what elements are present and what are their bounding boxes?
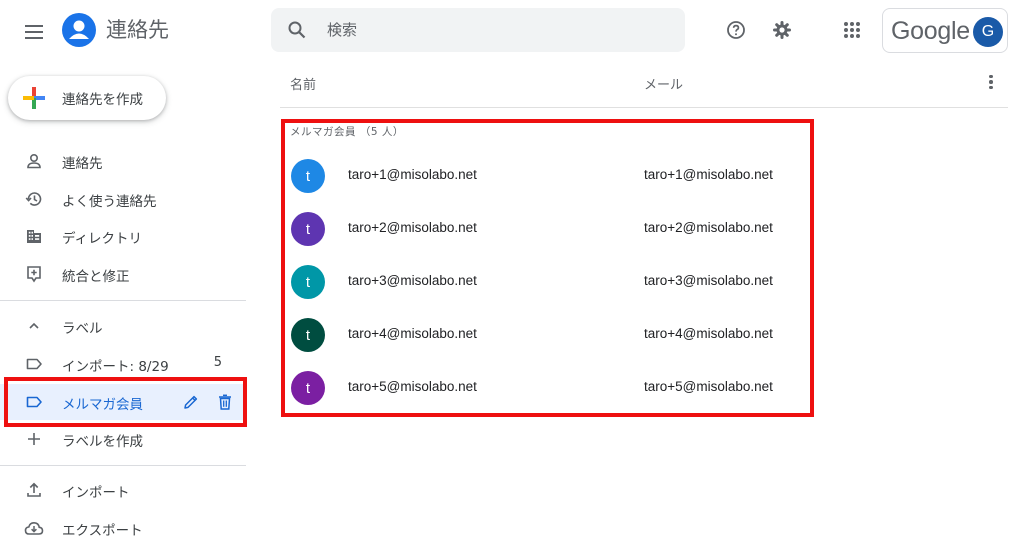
group-title: メルマガ会員 （5 人）	[290, 126, 404, 138]
help-icon[interactable]	[724, 18, 748, 42]
create-label-text: ラベルを作成	[62, 434, 143, 450]
contact-name: taro+3@misolabo.net	[348, 273, 477, 288]
contact-email: taro+3@misolabo.net	[644, 273, 773, 288]
apps-grid-icon[interactable]	[840, 18, 864, 42]
column-header-email[interactable]: メール	[644, 74, 683, 93]
cloud-download-icon	[24, 518, 44, 538]
account-switcher[interactable]: Google G	[882, 8, 1008, 53]
sidebar-item-frequent[interactable]: よく使う連絡先	[0, 181, 246, 217]
sidebar-label-text: インポート: 8/29	[62, 359, 169, 375]
google-logo: Google	[891, 17, 970, 45]
sidebar-label-import[interactable]: インポート: 8/29 5	[0, 346, 246, 382]
contact-row[interactable]: t taro+4@misolabo.net taro+4@misolabo.ne…	[284, 309, 810, 362]
contact-email: taro+4@misolabo.net	[644, 326, 773, 341]
merge-icon	[24, 264, 44, 284]
header-divider	[280, 107, 1008, 108]
contact-name: taro+2@misolabo.net	[348, 220, 477, 235]
sidebar-label-mailmag[interactable]: メルマガ会員	[0, 384, 246, 420]
upload-icon	[24, 480, 44, 500]
contact-row[interactable]: t taro+3@misolabo.net taro+3@misolabo.ne…	[284, 256, 810, 309]
sidebar-item-export[interactable]: エクスポート	[0, 510, 246, 546]
labels-section-toggle[interactable]: ラベル	[0, 308, 246, 344]
create-contact-label: 連絡先を作成	[62, 92, 143, 108]
sidebar-item-directory[interactable]: ディレクトリ	[0, 218, 246, 254]
sidebar-create-label[interactable]: ラベルを作成	[0, 421, 246, 457]
contact-row[interactable]: t taro+2@misolabo.net taro+2@misolabo.ne…	[284, 203, 810, 256]
contact-avatar: t	[291, 371, 325, 405]
contact-row[interactable]: t taro+1@misolabo.net taro+1@misolabo.ne…	[284, 150, 810, 203]
building-icon	[24, 226, 44, 246]
sidebar-item-label: エクスポート	[62, 523, 143, 539]
search-bar[interactable]	[271, 8, 685, 52]
contact-avatar: t	[291, 265, 325, 299]
sidebar-label-text: メルマガ会員	[62, 397, 143, 413]
settings-gear-icon[interactable]	[770, 18, 794, 42]
sidebar-item-merge[interactable]: 統合と修正	[0, 256, 246, 292]
chevron-up-icon	[24, 316, 44, 336]
history-icon	[24, 189, 44, 209]
sidebar-item-contacts[interactable]: 連絡先	[0, 143, 246, 179]
plus-icon	[24, 429, 44, 449]
contact-email: taro+2@misolabo.net	[644, 220, 773, 235]
sidebar-item-label: よく使う連絡先	[62, 194, 157, 210]
contact-name: taro+5@misolabo.net	[348, 379, 477, 394]
contact-name: taro+4@misolabo.net	[348, 326, 477, 341]
sidebar-divider	[0, 465, 246, 466]
sidebar-item-import[interactable]: インポート	[0, 472, 246, 508]
column-header-name[interactable]: 名前	[290, 74, 316, 93]
label-icon	[24, 392, 44, 412]
app-title: 連絡先	[106, 18, 169, 42]
contact-row[interactable]: t taro+5@misolabo.net taro+5@misolabo.ne…	[284, 362, 810, 415]
sidebar-divider	[0, 300, 246, 301]
label-count-badge: 5	[213, 355, 222, 370]
person-icon	[24, 151, 44, 171]
search-icon[interactable]	[287, 20, 307, 44]
contact-email: taro+1@misolabo.net	[644, 167, 773, 182]
more-options-icon[interactable]	[982, 72, 1000, 92]
contacts-logo-icon	[62, 13, 96, 47]
create-contact-button[interactable]: 連絡先を作成	[8, 76, 166, 120]
edit-pencil-icon[interactable]	[182, 393, 200, 415]
sidebar-item-label: 統合と修正	[62, 269, 130, 285]
contact-email: taro+5@misolabo.net	[644, 379, 773, 394]
plus-icon	[23, 87, 45, 109]
search-input[interactable]	[327, 8, 667, 52]
labels-section-title: ラベル	[62, 321, 103, 337]
label-icon	[24, 354, 44, 374]
contact-avatar: t	[291, 318, 325, 352]
contact-avatar: t	[291, 159, 325, 193]
account-avatar[interactable]: G	[973, 17, 1003, 47]
sidebar-item-label: 連絡先	[62, 156, 103, 172]
main-menu-button[interactable]	[18, 18, 50, 46]
delete-trash-icon[interactable]	[216, 393, 234, 415]
sidebar-item-label: ディレクトリ	[62, 231, 143, 247]
menu-icon	[25, 25, 43, 27]
contact-name: taro+1@misolabo.net	[348, 167, 477, 182]
sidebar-item-label: インポート	[62, 485, 130, 501]
contact-avatar: t	[291, 212, 325, 246]
contacts-app: 連絡先 検索 Google G 連絡先を作成 連絡先 よく使う連絡先 ディレクト…	[0, 0, 1024, 548]
